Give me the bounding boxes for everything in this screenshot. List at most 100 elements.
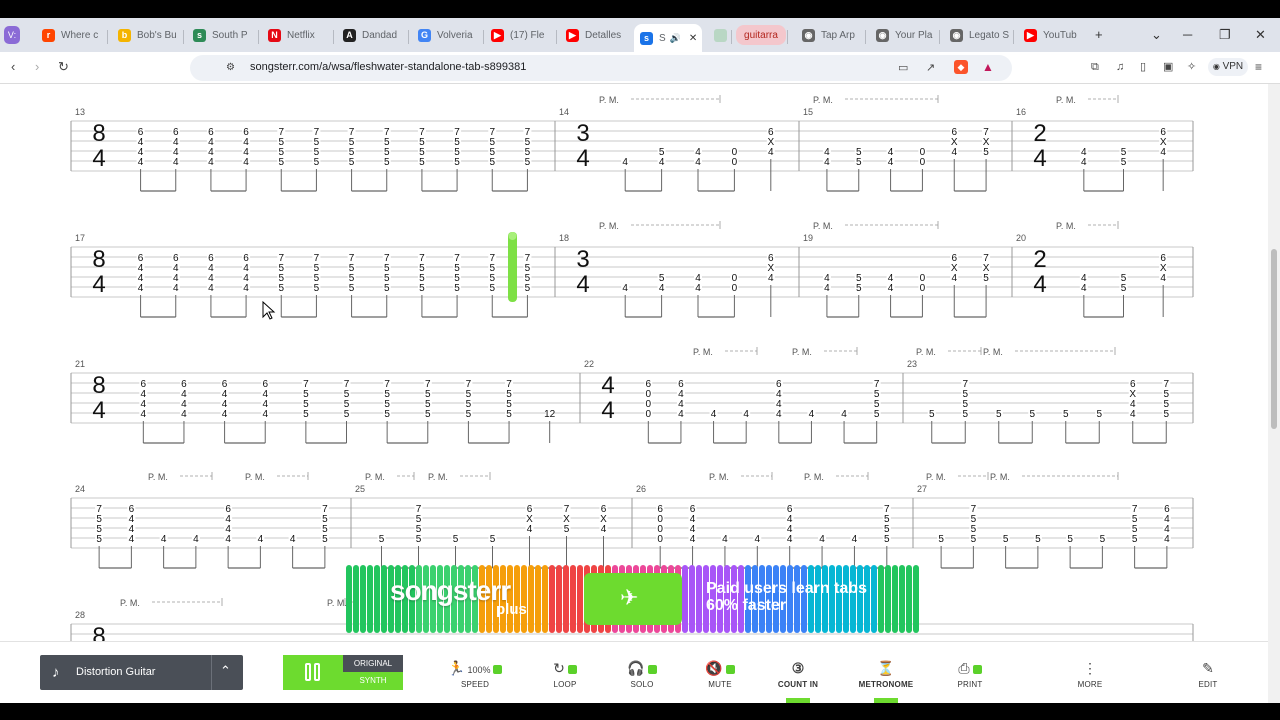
browser-tab-13[interactable]: ◉ Your Pla <box>870 22 938 48</box>
metronome-button[interactable]: ⏳ METRONOME <box>856 660 916 703</box>
chevron-up-icon[interactable]: ⌃ <box>220 663 231 679</box>
fret-number: 5 <box>489 283 495 294</box>
fret-number: 4 <box>743 409 749 420</box>
fret-number: 5 <box>384 409 390 420</box>
browser-tab-6[interactable]: G Volveria <box>412 22 482 48</box>
fret-number: 5 <box>322 534 328 545</box>
songsterr-plus-ad[interactable]: songsterr plus ✈ Paid users learn tabs 6… <box>346 565 920 633</box>
browser-tab-4[interactable]: N Netflix <box>262 22 332 48</box>
measure-number: 24 <box>75 484 85 494</box>
fret-number: 4 <box>527 524 533 535</box>
browser-tab-11[interactable]: guitarra <box>736 25 786 45</box>
wallet-icon[interactable]: ▣ <box>1163 60 1173 74</box>
measure-number: 27 <box>917 484 927 494</box>
close-tab-icon[interactable]: ✕ <box>689 33 697 44</box>
browser-tab-8[interactable]: ▶ Detalles <box>560 22 630 48</box>
menu-icon[interactable]: ≡ <box>1255 60 1262 74</box>
fret-number: 4 <box>1130 409 1136 420</box>
browser-tab-5[interactable]: A Dandad <box>337 22 407 48</box>
scrollbar-thumb[interactable] <box>1271 249 1277 429</box>
browser-tab-14[interactable]: ◉ Legato S <box>944 22 1012 48</box>
ad-brand-sub: plus <box>496 601 527 618</box>
palm-mute-label: P. M. <box>365 472 385 482</box>
mode-original[interactable]: ORIGINAL <box>343 655 403 672</box>
forward-icon[interactable]: › <box>35 60 39 74</box>
runner-icon: 🏃 <box>447 660 465 676</box>
fret-number: 5 <box>303 409 309 420</box>
vpn-button[interactable]: ◉ VPN <box>1208 58 1248 76</box>
palm-mute-label: P. M. <box>599 95 619 105</box>
browser-tab-12[interactable]: ◉ Tap Arp <box>796 22 864 48</box>
mute-button[interactable]: 🔇 MUTE <box>690 660 750 689</box>
tab-separator <box>787 30 788 44</box>
fret-number: 5 <box>856 157 862 168</box>
edit-button[interactable]: ✎ EDIT <box>1178 660 1238 689</box>
countin-button[interactable]: ③ COUNT IN <box>768 660 828 703</box>
url-text[interactable]: songsterr.com/a/wsa/fleshwater-standalon… <box>250 61 526 73</box>
restore-icon[interactable]: ❐ <box>1219 28 1231 42</box>
share-icon[interactable]: ↗ <box>926 61 935 75</box>
tablature-sheet[interactable]: P. M. P. M. P. M.1384644464446444644475557… <box>0 84 1268 641</box>
mode-synth[interactable]: SYNTH <box>343 672 403 690</box>
site-info-icon[interactable]: ⚙ <box>226 61 235 75</box>
audio-mode-toggle[interactable]: ORIGINAL SYNTH <box>343 655 403 690</box>
palm-mute-label: P. M. <box>120 598 140 608</box>
instrument-selector[interactable]: ♪ Distortion Guitar ⌃ <box>40 655 243 690</box>
close-window-icon[interactable]: ✕ <box>1255 28 1266 42</box>
browser-tab-2[interactable]: b Bob's Bu <box>112 22 182 48</box>
fret-number: 4 <box>243 283 249 294</box>
sidebar-icon[interactable]: ▯ <box>1140 60 1146 74</box>
browser-tab-9[interactable]: s S 🔊 ✕ <box>634 24 702 52</box>
tablature-area[interactable]: P. M. P. M. P. M. 13 8 4 6 4 4 4 6 4 4 4 6 4 4 4 6 4 4 4 7 5 5 5 7… <box>0 84 1268 641</box>
fret-number: 4 <box>951 273 957 284</box>
tab-search-icon[interactable]: ⌄ <box>1151 28 1162 42</box>
ad-stripe <box>535 565 541 633</box>
vpn-label: VPN <box>1222 61 1244 72</box>
browser-tab-10[interactable] <box>708 22 730 48</box>
time-signature-bottom: 4 <box>601 397 614 424</box>
ad-brand: songsterr <box>390 575 511 606</box>
lock-icon <box>972 664 982 674</box>
loop-button[interactable]: ↻ LOOP <box>535 660 595 689</box>
ad-stripe <box>381 565 387 633</box>
back-icon[interactable]: ‹ <box>11 60 15 74</box>
extensions-icon[interactable]: ⧉ <box>1091 60 1099 74</box>
brave-rewards-icon[interactable]: ▲ <box>982 60 994 74</box>
tab-group-label: guitarra <box>744 29 778 41</box>
cast-icon[interactable]: ▭ <box>898 61 908 75</box>
minimize-icon[interactable]: ─ <box>1183 28 1192 42</box>
browser-tab-15[interactable]: ▶ YouTub <box>1018 22 1086 48</box>
page-scrollbar[interactable] <box>1268 84 1280 704</box>
brave-shield-icon[interactable]: ◆ <box>954 60 968 74</box>
speed-button[interactable]: 🏃 100% SPEED <box>445 660 505 689</box>
ad-stripe <box>815 565 821 633</box>
omnibox[interactable]: ⚙ songsterr.com/a/wsa/fleshwater-standal… <box>190 55 1012 81</box>
new-tab-icon[interactable]: + <box>1095 28 1103 42</box>
ad-stripe <box>689 565 695 633</box>
browser-tab-1[interactable]: r Where c <box>36 22 106 48</box>
fret-number: 4 <box>776 409 782 420</box>
fret-number: 4 <box>659 157 665 168</box>
play-pause-button[interactable] <box>283 655 343 690</box>
fret-number: 5 <box>1063 409 1069 420</box>
print-button[interactable]: ⎙ PRINT <box>940 660 1000 689</box>
fret-number: 5 <box>1067 534 1073 545</box>
solo-button[interactable]: 🎧 SOLO <box>612 660 672 689</box>
browser-tab-3[interactable]: s South P <box>187 22 257 48</box>
time-signature-bottom: 4 <box>92 271 105 298</box>
audio-playing-icon[interactable]: 🔊 <box>670 33 681 44</box>
measure-number: 18 <box>559 233 569 243</box>
leo-ai-icon[interactable]: ✧ <box>1187 60 1196 74</box>
reload-icon[interactable]: ↻ <box>58 60 69 74</box>
tab-favicon-icon: A <box>343 28 356 42</box>
fret-number: 5 <box>1100 534 1106 545</box>
browser-tab-7[interactable]: ▶ (17) Fle <box>485 22 555 48</box>
more-button[interactable]: ⋮ MORE <box>1060 660 1120 689</box>
ad-stripe <box>577 565 583 633</box>
print-label: PRINT <box>957 680 983 689</box>
tab-favicon-icon: s <box>640 31 653 45</box>
browser-tab-0[interactable]: V: <box>4 26 20 44</box>
playback-cursor-head <box>508 232 517 240</box>
fret-number: 0 <box>646 409 652 420</box>
music-icon[interactable]: ♫ <box>1116 60 1124 74</box>
